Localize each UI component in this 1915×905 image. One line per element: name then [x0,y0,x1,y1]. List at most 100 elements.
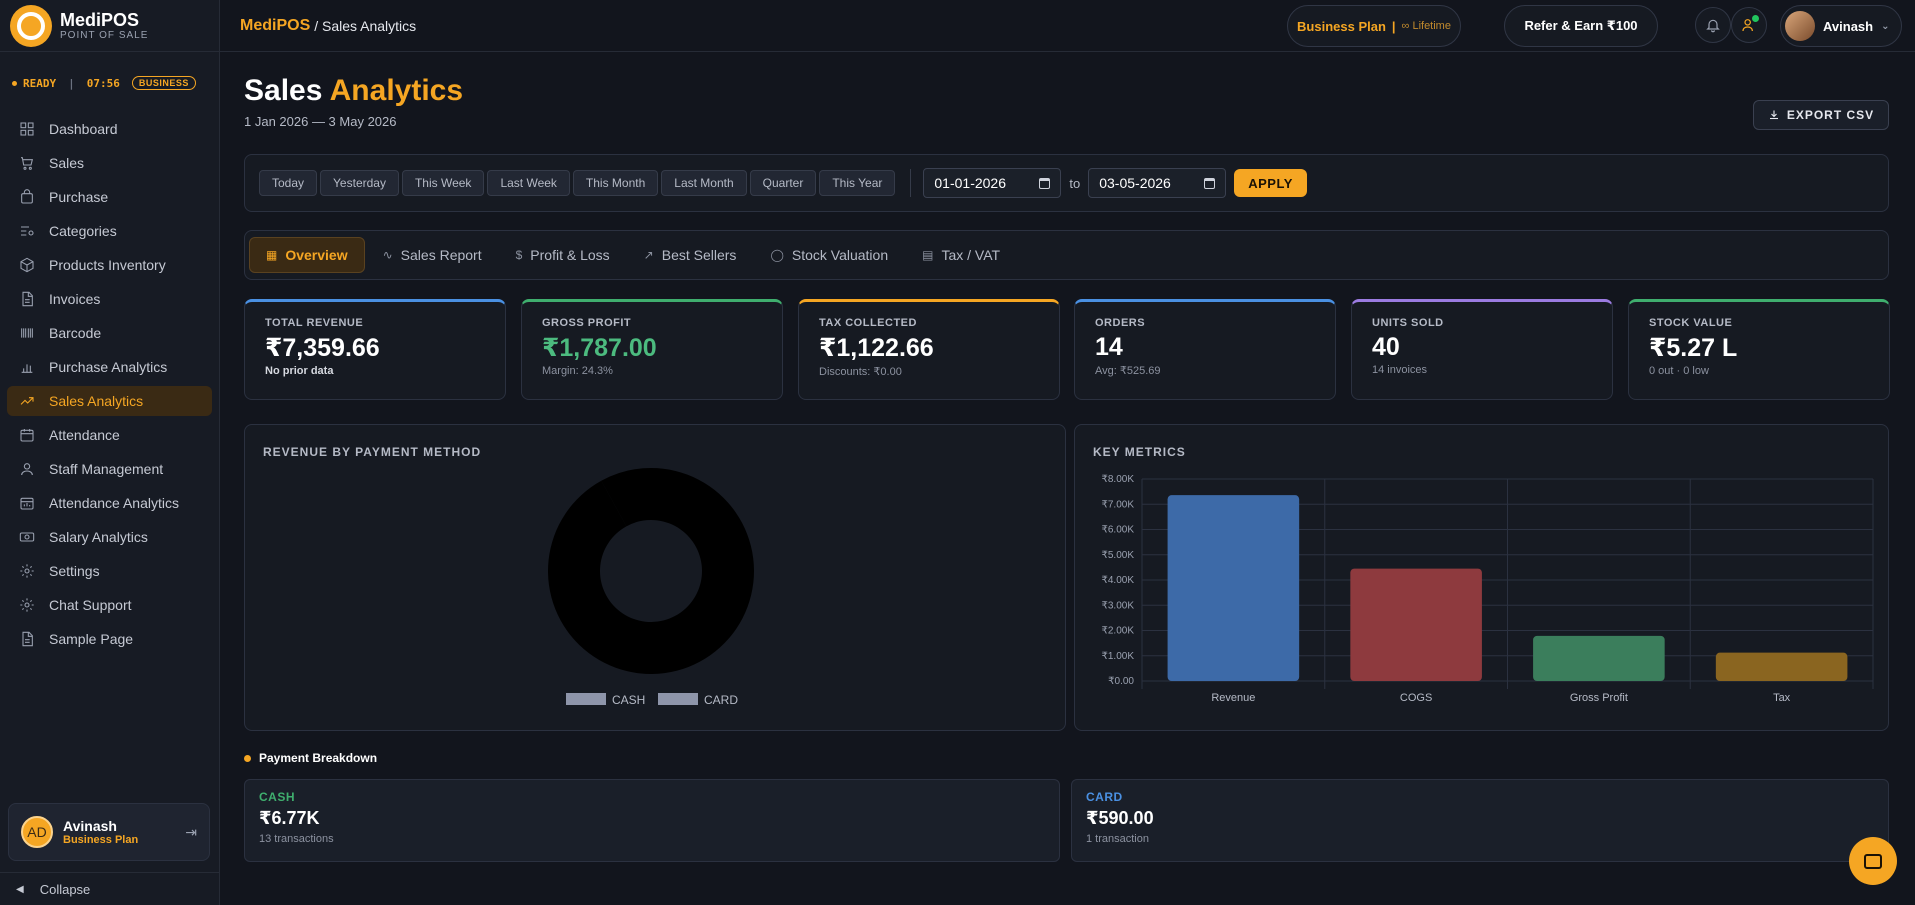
logout-icon[interactable]: ⇥ [185,824,197,841]
plan-separator: | [1391,18,1396,34]
kpi-label: TOTAL REVENUE [265,317,364,329]
y-tick-label: ₹3.00K [1102,600,1135,611]
apply-button[interactable]: APPLY [1234,169,1307,197]
sidebar-item-dashboard[interactable]: Dashboard [7,114,212,144]
sidebar-item-sample-page[interactable]: Sample Page [7,624,212,654]
sidebar-nav: Dashboard Sales Purchase Categories Products… [0,114,219,654]
quick-filter-group: Today Yesterday This Week Last Week This Mon… [259,170,898,196]
sidebar-item-sales[interactable]: Sales [7,148,212,178]
sidebar-item-label: Attendance Analytics [49,495,179,511]
y-tick-label: ₹6.00K [1102,525,1135,536]
sidebar-item-staff-management[interactable]: Staff Management [7,454,212,484]
sidebar-item-label: Invoices [49,291,101,307]
pulse-icon: ∿ [382,248,393,262]
tab-label: Stock Valuation [791,247,889,263]
bar-gross-profit[interactable] [1533,635,1665,681]
bar-tax[interactable] [1715,652,1848,681]
kpi-label: STOCK VALUE [1649,317,1733,329]
quick-filter-yesterday[interactable]: Yesterday [320,170,399,196]
tab-overview[interactable]: ▦ Overview [249,237,365,273]
refer-earn-button[interactable]: Refer & Earn ₹100 [1504,5,1658,47]
kpi-subtext: Margin: 24.3% [542,365,613,377]
export-csv-button[interactable]: EXPORT CSV [1753,100,1889,130]
collapse-button[interactable]: ◀ Collapse [0,872,220,905]
from-date-input[interactable]: 01-01-2026 [923,168,1062,198]
sidebar-item-purchase[interactable]: Purchase [7,182,212,212]
payment-card-value: ₹6.77K [259,808,320,828]
calendar-icon[interactable] [1039,177,1051,189]
tab-tax-vat[interactable]: ▤ Tax / VAT [906,237,1016,273]
chat-support-button[interactable] [1849,837,1897,885]
brand-logo-icon [10,4,52,47]
sidebar-item-chat-support[interactable]: Chat Support [7,590,212,620]
sidebar-item-barcode[interactable]: Barcode [7,318,212,348]
quick-filter-quarter[interactable]: Quarter [749,170,817,196]
to-date-input[interactable]: 03-05-2026 [1088,168,1227,198]
kpi-card-tax-collected: TAX COLLECTED ₹1,122.66 Discounts: ₹0.00 [798,299,1060,400]
plan-term: ∞ Lifetime [1401,20,1451,32]
sidebar-item-attendance-analytics[interactable]: Attendance Analytics [7,488,212,518]
quick-filter-this-month[interactable]: This Month [572,170,659,196]
tab-stock-valuation[interactable]: ◯ Stock Valuation [754,237,904,273]
box-icon [20,257,34,273]
quick-filter-today[interactable]: Today [259,170,318,196]
y-tick-label: ₹0.00 [1108,676,1134,687]
payment-breakdown-label: Payment Breakdown [259,751,378,765]
legend-swatch [658,693,698,705]
y-tick-label: ₹4.00K [1102,575,1135,586]
tab-profit-loss[interactable]: $ Profit & Loss [500,237,626,273]
sidebar-item-attendance[interactable]: Attendance [7,420,212,450]
avatar: AD [21,816,53,848]
quick-filter-this-year[interactable]: This Year [819,170,896,196]
user-menu-name: Avinash [1823,18,1874,34]
sidebar-item-categories[interactable]: Categories [7,216,212,246]
kpi-card-orders: ORDERS 14 Avg: ₹525.69 [1074,299,1336,400]
date-to-label: to [1069,175,1081,191]
sidebar-user-card[interactable]: AD Avinash Business Plan ⇥ [8,803,210,861]
calendar-icon[interactable] [1204,177,1216,189]
sidebar-item-salary-analytics[interactable]: Salary Analytics [7,522,212,552]
export-csv-label: EXPORT CSV [1786,108,1875,122]
user-menu[interactable]: Avinash ⌄ [1780,5,1902,47]
brand-logo-row[interactable]: MediPOS POINT OF SALE [0,0,219,52]
sidebar-item-label: Sales Analytics [49,393,144,409]
sidebar-item-products-inventory[interactable]: Products Inventory [7,250,212,280]
quick-filter-last-week[interactable]: Last Week [487,170,570,196]
sidebar-item-label: Sales [49,155,85,171]
bag-icon [21,189,33,204]
bar-revenue[interactable] [1167,495,1300,681]
quick-filter-this-week[interactable]: This Week [401,170,485,196]
sidebar-item-sales-analytics[interactable]: Sales Analytics [7,386,212,416]
sidebar-item-label: Categories [49,223,117,239]
sidebar-item-label: Purchase Analytics [49,359,168,375]
sidebar-item-invoices[interactable]: Invoices [7,284,212,314]
sidebar-item-settings[interactable]: Settings [7,556,212,586]
payment-donut-chart: CASH CARD [548,468,754,707]
kpi-value: 14 [1095,333,1123,361]
collapse-label: Collapse [39,881,91,897]
kpi-value: ₹1,122.66 [819,334,934,362]
dollar-icon: $ [515,248,523,262]
date-filter-bar: Today Yesterday This Week Last Week This Mon… [244,154,1889,212]
from-date-value: 01-01-2026 [934,175,1007,191]
sidebar-item-label: Staff Management [49,461,164,477]
tab-label: Best Sellers [661,247,737,263]
online-status-button[interactable] [1731,7,1767,43]
kpi-value: ₹7,359.66 [265,334,380,362]
tab-sales-report[interactable]: ∿ Sales Report [367,237,498,273]
plan-pill[interactable]: Business Plan | ∞ Lifetime [1287,5,1461,47]
bar-cogs[interactable] [1350,568,1482,681]
tab-best-sellers[interactable]: ↗ Best Sellers [628,237,753,273]
cart-icon [21,157,34,170]
sidebar-item-label: Dashboard [49,121,118,137]
quick-filter-last-month[interactable]: Last Month [661,170,747,196]
sidebar-item-purchase-analytics[interactable]: Purchase Analytics [7,352,212,382]
status-badge: BUSINESS [131,76,196,90]
kpi-subtext: Avg: ₹525.69 [1095,365,1161,377]
sidebar-item-label: Barcode [49,325,102,341]
notifications-button[interactable] [1695,7,1731,43]
money-icon [19,532,35,542]
breadcrumb-brand[interactable]: MediPOS [240,17,310,35]
kpi-subtext: 0 out · 0 low [1649,365,1709,377]
calendar-chart-icon [20,497,34,510]
